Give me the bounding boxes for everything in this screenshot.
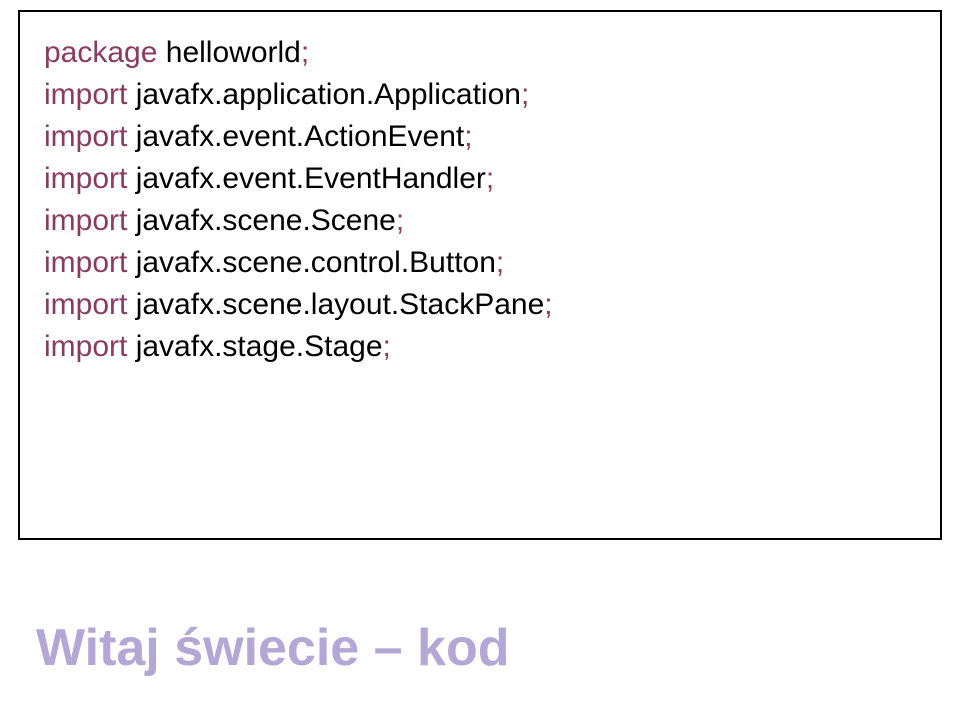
code-line-import-5: import javafx.scene.layout.StackPane; xyxy=(44,284,916,326)
keyword-import: import xyxy=(44,246,127,279)
code-line-import-0: import javafx.application.Application; xyxy=(44,74,916,116)
semicolon: ; xyxy=(496,246,504,279)
package-name: helloworld xyxy=(157,36,300,69)
keyword-import: import xyxy=(44,330,127,363)
import-path: javafx.scene.Scene xyxy=(127,204,396,237)
code-line-import-3: import javafx.scene.Scene; xyxy=(44,200,916,242)
semicolon: ; xyxy=(396,204,404,237)
semicolon: ; xyxy=(521,78,529,111)
code-line-package: package helloworld; xyxy=(44,32,916,74)
import-path: javafx.application.Application xyxy=(127,78,521,111)
code-line-import-2: import javafx.event.EventHandler; xyxy=(44,158,916,200)
page-title: Witaj świecie – kod xyxy=(36,618,509,678)
semicolon: ; xyxy=(544,288,552,321)
keyword-import: import xyxy=(44,288,127,321)
keyword-import: import xyxy=(44,120,127,153)
semicolon: ; xyxy=(383,330,391,363)
import-path: javafx.event.ActionEvent xyxy=(127,120,464,153)
semicolon: ; xyxy=(301,36,309,69)
code-container: package helloworld; import javafx.applic… xyxy=(18,10,942,540)
keyword-package: package xyxy=(44,36,157,69)
import-path: javafx.event.EventHandler xyxy=(127,162,486,195)
keyword-import: import xyxy=(44,78,127,111)
import-path: javafx.scene.layout.StackPane xyxy=(127,288,544,321)
semicolon: ; xyxy=(486,162,494,195)
code-line-import-4: import javafx.scene.control.Button; xyxy=(44,242,916,284)
code-line-import-6: import javafx.stage.Stage; xyxy=(44,326,916,368)
code-line-import-1: import javafx.event.ActionEvent; xyxy=(44,116,916,158)
import-path: javafx.stage.Stage xyxy=(127,330,382,363)
import-path: javafx.scene.control.Button xyxy=(127,246,496,279)
keyword-import: import xyxy=(44,204,127,237)
keyword-import: import xyxy=(44,162,127,195)
semicolon: ; xyxy=(464,120,472,153)
